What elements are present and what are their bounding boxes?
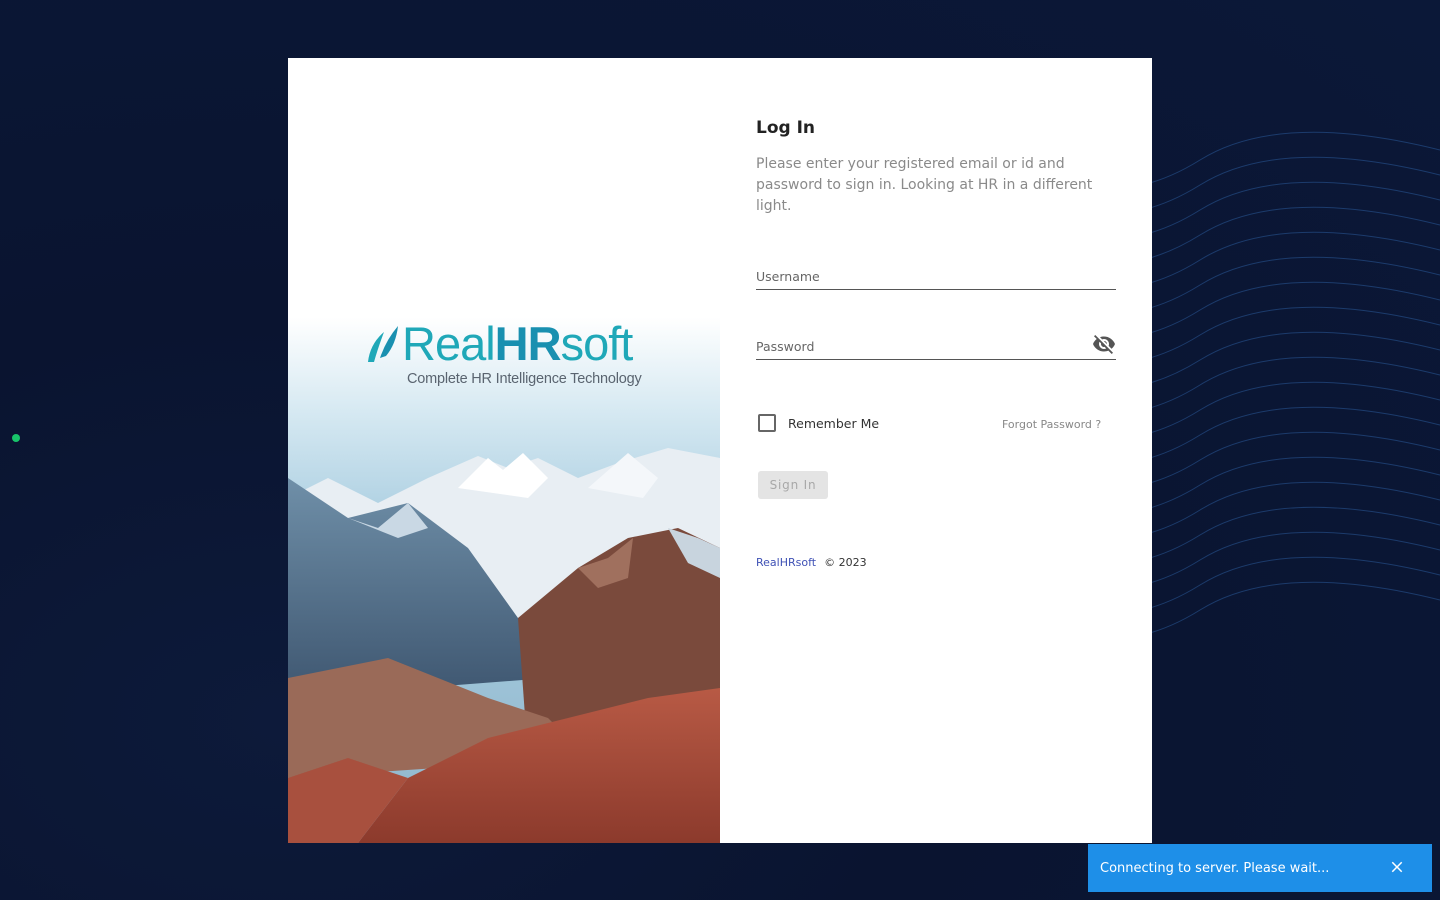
connection-toast: Connecting to server. Please wait... (1088, 844, 1432, 892)
connection-status-dot (12, 434, 20, 442)
remember-me-label: Remember Me (788, 415, 880, 431)
sign-in-button[interactable]: Sign In (758, 471, 828, 499)
login-card: RealHRsoft Complete HR Intelligence Tech… (288, 58, 1152, 843)
leaf-logo-icon (368, 325, 398, 362)
login-form-panel: Log In Please enter your registered emai… (720, 58, 1152, 843)
username-field (756, 258, 1116, 290)
login-subtitle: Please enter your registered email or id… (756, 156, 1093, 214)
hero-image-panel: RealHRsoft Complete HR Intelligence Tech… (288, 58, 720, 843)
remember-me-row: Remember Me (758, 414, 879, 432)
footer: RealHRsoft © 2023 (756, 556, 867, 569)
logo-wordmark: RealHRsoft (402, 317, 633, 370)
mountain-landscape-image (288, 58, 720, 843)
password-input[interactable] (756, 328, 1116, 359)
visibility-off-icon[interactable] (1092, 332, 1116, 356)
login-title: Log In (756, 118, 816, 138)
password-field (756, 328, 1116, 360)
username-input[interactable] (756, 258, 1116, 289)
footer-copyright: © 2023 (824, 556, 867, 569)
close-icon[interactable] (1388, 858, 1406, 876)
footer-brand-link[interactable]: RealHRsoft (756, 556, 816, 569)
logo-tagline: Complete HR Intelligence Technology (407, 371, 642, 387)
realhrsoft-logo: RealHRsoft Complete HR Intelligence Tech… (364, 320, 654, 387)
forgot-password-link[interactable]: Forgot Password ? (1002, 418, 1101, 431)
toast-message: Connecting to server. Please wait... (1100, 860, 1330, 876)
remember-me-checkbox[interactable] (758, 414, 776, 432)
